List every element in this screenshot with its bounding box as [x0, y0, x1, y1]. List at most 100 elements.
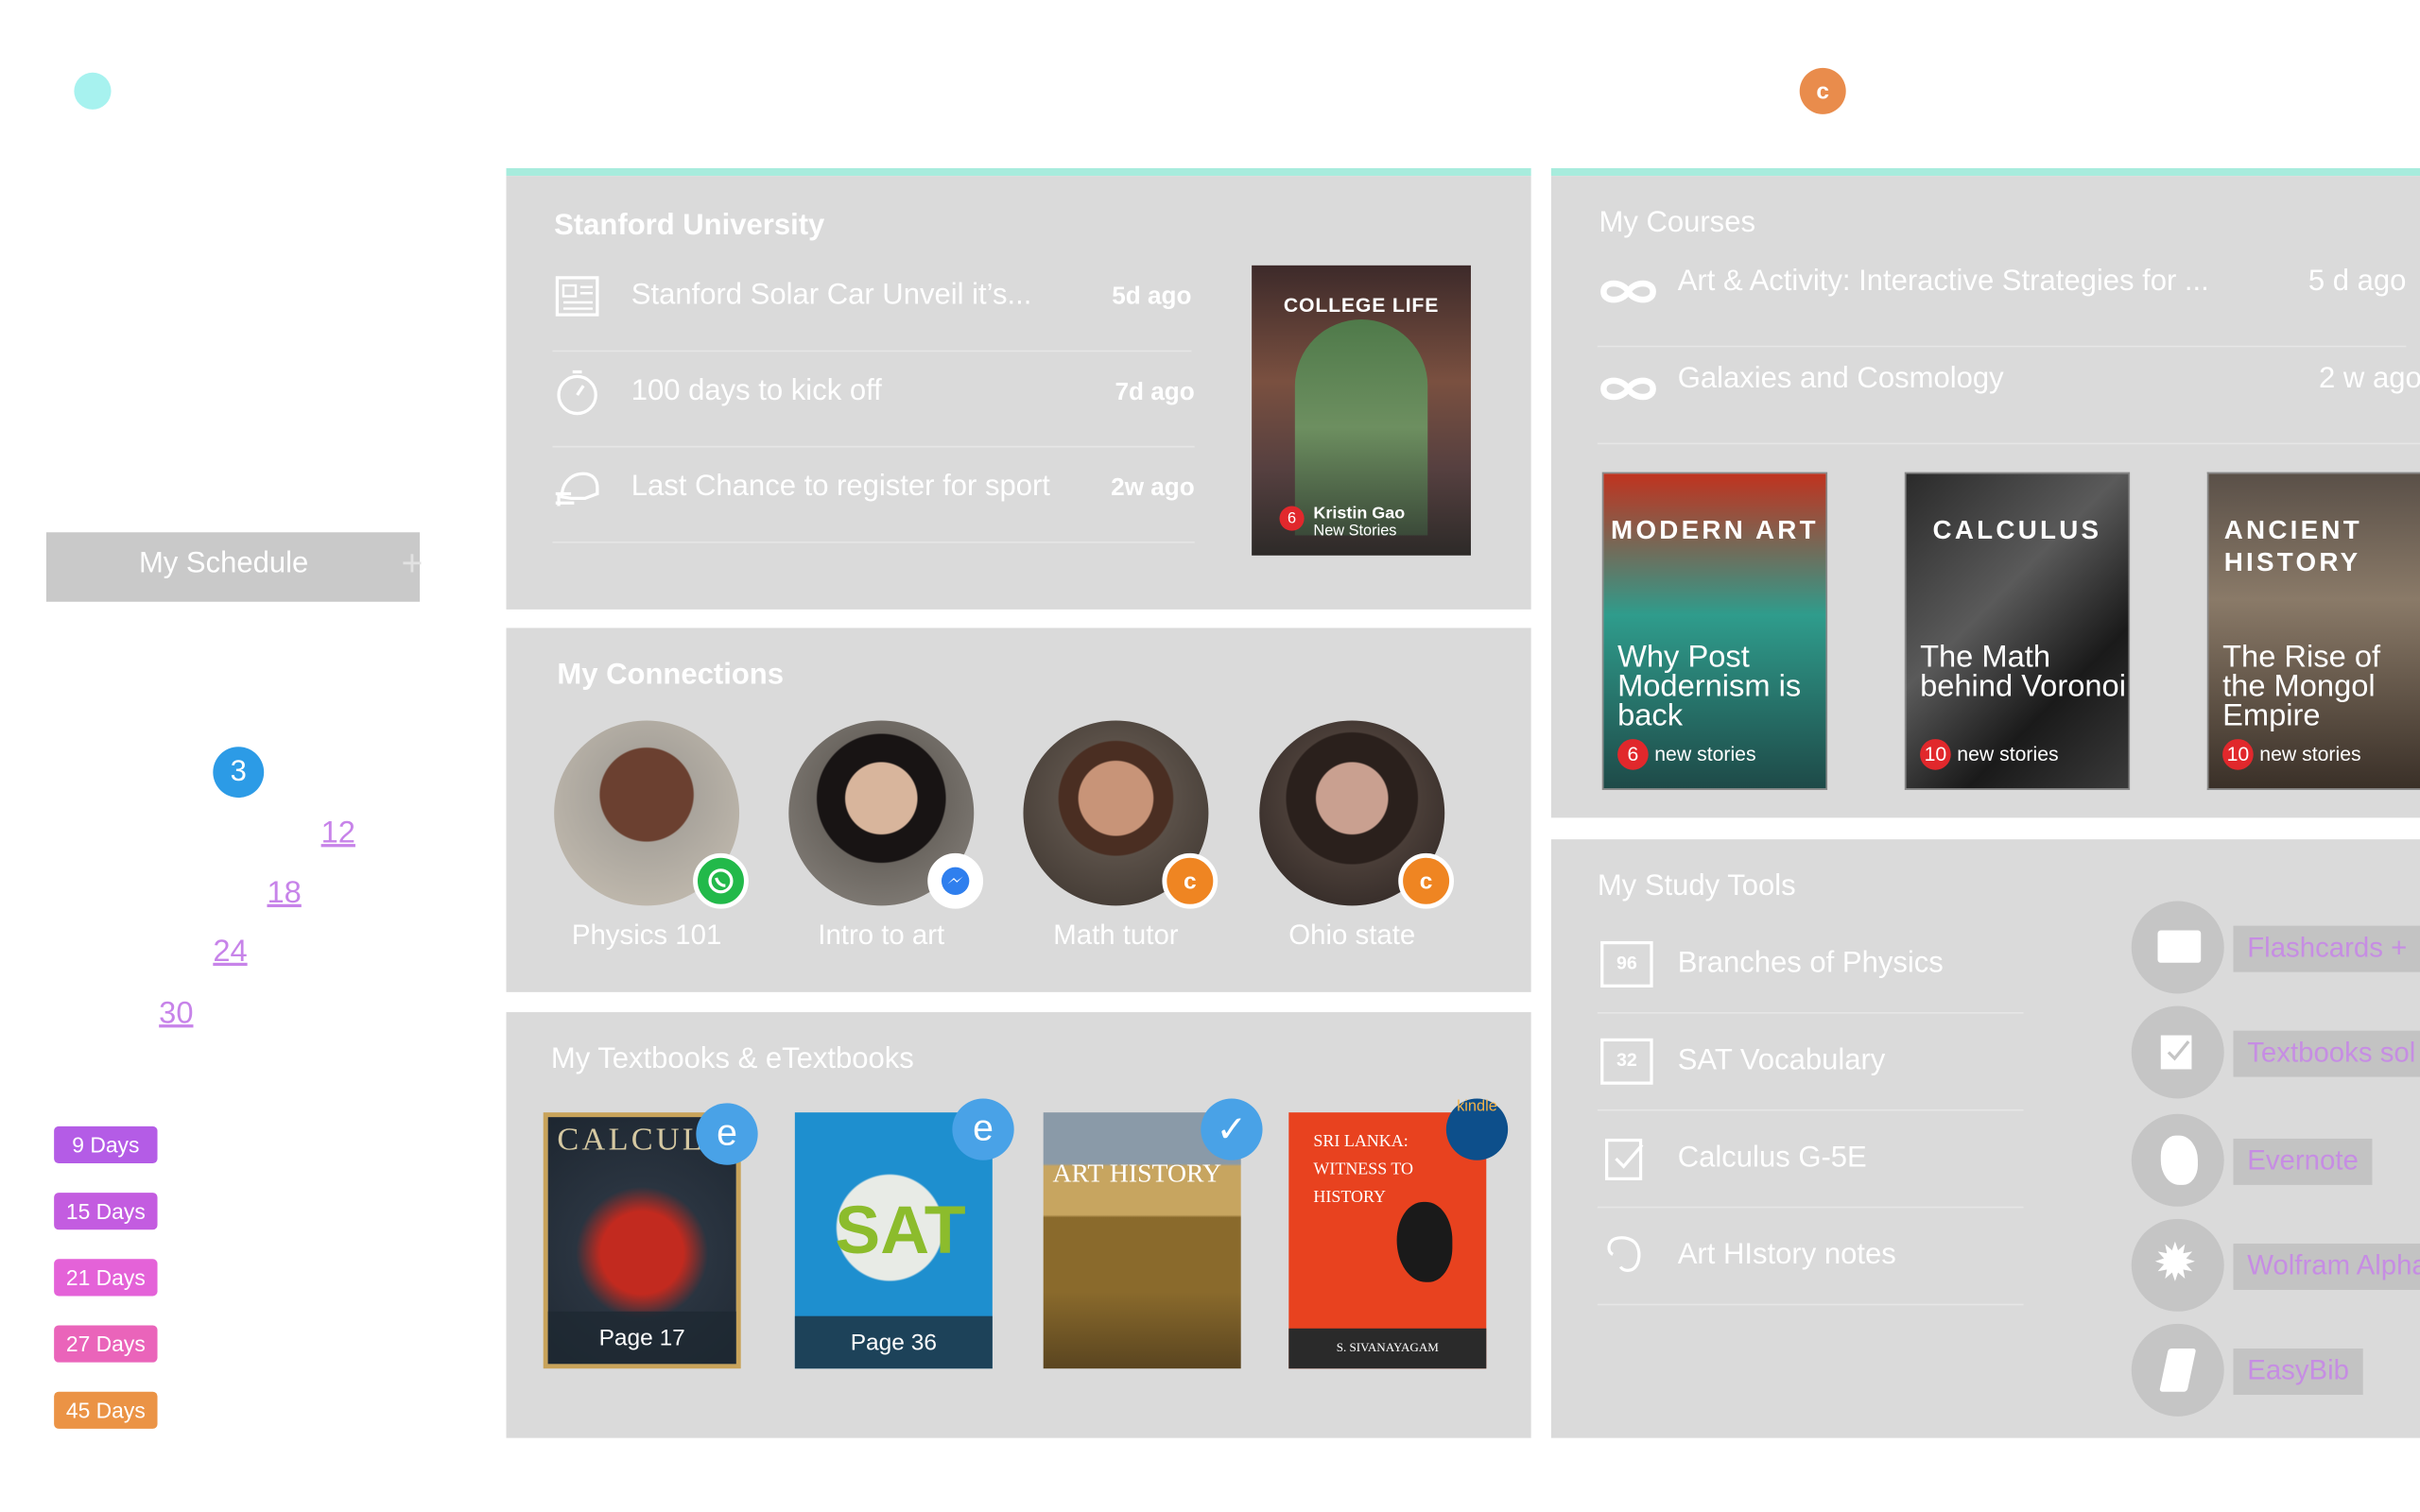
textbook-cover[interactable]: SAT Page 36 e	[794, 1098, 1014, 1369]
avatar[interactable]: c	[1259, 720, 1455, 909]
days-pill[interactable]: 27 Days	[54, 1325, 158, 1363]
connection-item[interactable]: Physics 101	[531, 720, 763, 952]
connection-item[interactable]: c Math tutor	[1000, 720, 1232, 952]
schedule-count-badge[interactable]: 3	[213, 747, 265, 799]
study-set-item[interactable]: 32 SAT Vocabulary	[1597, 1014, 2024, 1111]
chegg-badge-icon[interactable]: c	[1799, 67, 1846, 114]
news-title: Last Chance to register for sport	[631, 470, 1050, 504]
textbook-cover[interactable]: ART HISTORY ✓	[1043, 1098, 1263, 1369]
connection-label: Ohio state	[1288, 919, 1416, 951]
connection-item[interactable]: c Ohio state	[1236, 720, 1468, 952]
study-set-title: SAT Vocabulary	[1677, 1044, 1886, 1077]
news-age: 5d ago	[1112, 284, 1192, 311]
study-set-title: Art HIstory notes	[1677, 1239, 1896, 1272]
new-stories-label: 10 new stories	[1920, 739, 2059, 770]
course-book-title: MODERN ART	[1611, 515, 1819, 545]
days-pill[interactable]: 15 Days	[54, 1193, 158, 1230]
study-set-item[interactable]: 96 Branches of Physics	[1597, 917, 2024, 1014]
date-link[interactable]: 18	[267, 876, 301, 912]
tool-label: Flashcards +	[2233, 925, 2420, 972]
course-book-subtitle: The Rise of the Mongol Empire	[2222, 640, 2381, 733]
connection-item[interactable]: Intro to art	[766, 720, 997, 952]
connections-panel: My Connections Physics 101 Intro to art …	[506, 627, 1531, 992]
textbook-check-icon	[2131, 1005, 2224, 1099]
easybib-icon	[2131, 1323, 2224, 1417]
days-pill[interactable]: 21 Days	[54, 1259, 158, 1297]
stanford-panel: Stanford University Stanford Solar Car U…	[506, 176, 1531, 610]
course-book-card[interactable]: CALCULUS The Math behind Voronoi 10 new s…	[1904, 472, 2131, 790]
textbook-cover[interactable]: CALCULU Page 17 e	[543, 1103, 758, 1369]
date-link[interactable]: 30	[159, 997, 193, 1033]
days-pill[interactable]: 9 Days	[54, 1125, 158, 1164]
coursera-icon	[1600, 377, 1656, 401]
course-item[interactable]: Art & Activity: Interactive Strategies f…	[1597, 249, 2407, 348]
tool-label: Wolfram Alpha	[2233, 1243, 2420, 1290]
panel-title: My Study Tools	[1597, 869, 1796, 903]
textbook-cover[interactable]: SRI LANKA: WITNESS TO HISTORY S. SIVANAY…	[1288, 1098, 1509, 1369]
stopwatch-icon	[557, 369, 597, 416]
course-book-title: ANCIENT HISTORY	[2223, 515, 2362, 577]
study-tools-panel: My Study Tools 96 Branches of Physics 32…	[1550, 839, 2420, 1438]
campus-arch-image	[1294, 318, 1428, 536]
add-schedule-icon[interactable]: +	[402, 545, 424, 583]
story-author: Kristin Gao New Stories	[1313, 504, 1406, 541]
chegg-icon: c	[1398, 852, 1455, 909]
course-book-title: CALCULUS	[1932, 515, 2102, 545]
story-count-badge: 6	[1279, 506, 1305, 531]
etextbook-badge: e	[696, 1103, 758, 1165]
new-stories-label: 6 new stories	[1617, 739, 1756, 770]
avatar[interactable]	[554, 720, 749, 909]
course-item[interactable]: Galaxies and Cosmology 2 w ago	[1597, 347, 2420, 445]
days-pill[interactable]: 45 Days	[54, 1391, 158, 1429]
accent-bar	[1550, 167, 2420, 177]
my-schedule-button[interactable]: My Schedule +	[45, 532, 423, 602]
date-link[interactable]: 24	[213, 935, 247, 971]
textbooks-panel: My Textbooks & eTextbooks CALCULU Page 1…	[506, 1012, 1531, 1438]
course-title: Art & Activity: Interactive Strategies f…	[1677, 265, 2209, 299]
chegg-icon: c	[1162, 852, 1219, 909]
avatar[interactable]	[788, 720, 984, 909]
status-dot	[74, 72, 112, 110]
news-title: 100 days to kick off	[631, 374, 882, 408]
textbook-check-icon	[1605, 1138, 1644, 1181]
etextbook-badge: e	[952, 1098, 1014, 1160]
study-set-title: Calculus G-5E	[1677, 1142, 1867, 1175]
panel-title: My Textbooks & eTextbooks	[550, 1042, 914, 1075]
date-link[interactable]: 12	[321, 816, 355, 852]
course-age: 2 w ago	[2319, 362, 2420, 395]
wolfram-icon: ✹	[2131, 1218, 2224, 1312]
course-title: Galaxies and Cosmology	[1677, 362, 2004, 395]
connection-label: Intro to art	[818, 919, 945, 951]
tool-label: Textbooks sol	[2233, 1030, 2420, 1077]
course-book-card[interactable]: MODERN ART Why Post Modernism is back 6n…	[1601, 472, 1828, 790]
college-life-story-card[interactable]: COLLEGE LIFE 6 Kristin Gao New Stories	[1252, 265, 1471, 556]
course-book-card[interactable]: ANCIENT HISTORY The Rise of the Mongol E…	[2206, 472, 2420, 790]
avatar[interactable]: c	[1023, 720, 1219, 909]
news-age: 2w ago	[1111, 474, 1195, 502]
owned-check-badge: ✓	[1201, 1098, 1263, 1160]
whatsapp-icon	[693, 852, 749, 909]
connection-label: Math tutor	[1053, 919, 1179, 951]
news-item[interactable]: Last Chance to register for sport 2w ago	[552, 447, 1195, 543]
flashcard-count-icon: 96	[1600, 940, 1653, 988]
study-set-item[interactable]: Art HIstory notes	[1597, 1208, 2024, 1306]
evernote-icon	[2131, 1113, 2224, 1207]
football-helmet-icon	[555, 472, 599, 507]
study-set-item[interactable]: Calculus G-5E	[1597, 1111, 2024, 1209]
news-item[interactable]: 100 days to kick off 7d ago	[552, 352, 1195, 448]
tool-label: EasyBib	[2233, 1348, 2363, 1395]
new-stories-label: 10 new stories	[2222, 739, 2361, 770]
cover-author: S. SIVANAYAGAM	[1288, 1328, 1487, 1369]
study-set-title: Branches of Physics	[1677, 947, 1944, 980]
messenger-icon	[927, 852, 984, 909]
news-item[interactable]: Stanford Solar Car Unveil it’s... 5d ago	[552, 256, 1192, 352]
map-silhouette	[1396, 1201, 1453, 1282]
newspaper-icon	[555, 276, 599, 317]
story-card-title: COLLEGE LIFE	[1283, 293, 1440, 317]
courses-panel: My Courses Art & Activity: Interactive S…	[1550, 176, 2420, 818]
panel-title: Stanford University	[554, 210, 825, 243]
coursera-icon	[1600, 280, 1656, 303]
news-age: 7d ago	[1115, 379, 1195, 406]
cover-title: ART HISTORY	[1052, 1159, 1222, 1189]
flashcard-count-icon: 32	[1600, 1038, 1653, 1085]
